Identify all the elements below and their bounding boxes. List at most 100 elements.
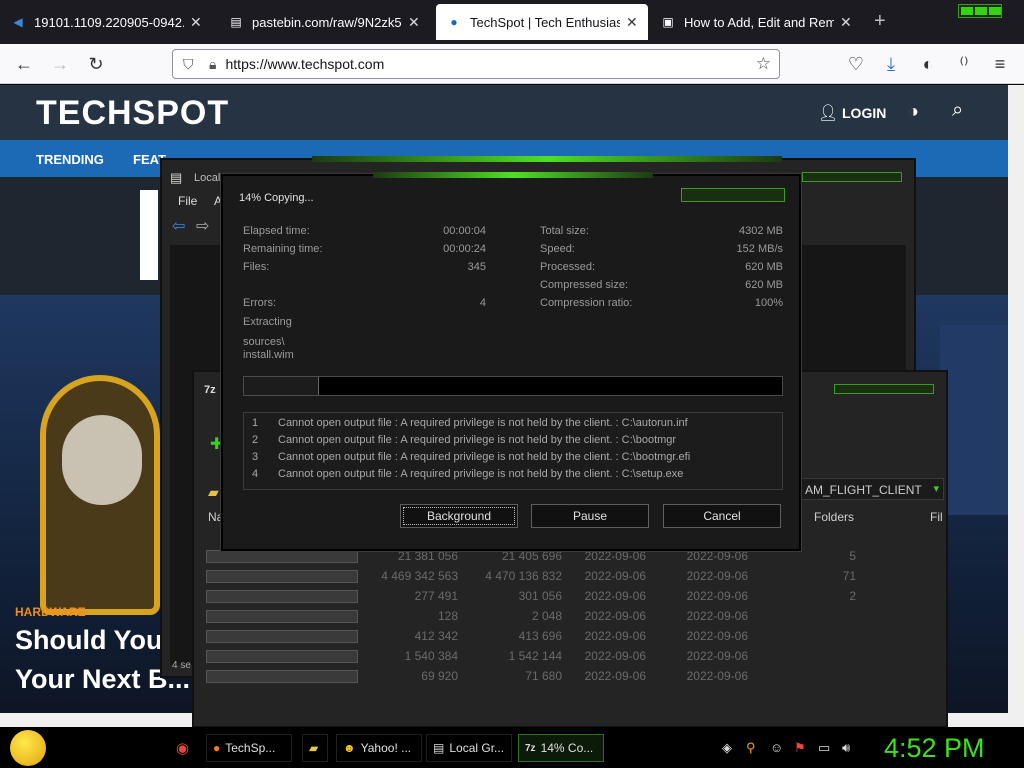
error-log[interactable]: 1 Cannot open output file : A required p… xyxy=(243,412,783,490)
nav-trending[interactable]: TRENDING xyxy=(36,152,104,167)
elapsed-time-value: 00:00:04 xyxy=(443,225,486,237)
search-icon[interactable]: ⌕ xyxy=(952,99,963,122)
window-controls[interactable] xyxy=(958,4,1002,18)
taskbar-item-label: TechSp... xyxy=(225,741,276,755)
taskbar-item-policy[interactable]: ▤ Local Gr... xyxy=(426,734,512,762)
back-arrow-icon[interactable]: ⇦ xyxy=(172,216,185,236)
volume-icon[interactable]: 🔊︎ xyxy=(842,740,858,756)
bookmark-star-icon[interactable]: ☆ xyxy=(756,54,771,74)
file-cell-b: 301 056 xyxy=(518,589,562,603)
speed-label: Speed: xyxy=(540,243,575,255)
background-button[interactable]: Background xyxy=(400,504,518,528)
file-cell-c: 2022-09-06 xyxy=(584,649,646,663)
chrome-icon[interactable]: ◉ xyxy=(176,739,189,757)
close-icon[interactable]: ✕ xyxy=(626,14,638,31)
file-row[interactable]: 1 540 384 1 542 144 2022-09-06 2022-09-06 xyxy=(206,648,946,666)
start-button[interactable] xyxy=(10,730,46,766)
site-logo[interactable]: TECHSPOT xyxy=(36,94,229,133)
close-icon[interactable]: ✕ xyxy=(408,14,420,31)
col-files[interactable]: Fil xyxy=(930,510,943,524)
tab-4[interactable]: ▣ How to Add, Edit and Remove ✕ xyxy=(650,4,862,40)
pocket-icon[interactable]: ♡ xyxy=(844,52,868,76)
container-icon[interactable]: ◐ xyxy=(916,52,940,76)
section-label[interactable]: HARDWARE xyxy=(15,605,86,619)
file-row[interactable]: 277 491 301 056 2022-09-06 2022-09-06 2 xyxy=(206,588,946,606)
compression-ratio-value: 100% xyxy=(754,297,783,309)
compressed-size-value: 620 MB xyxy=(745,279,783,291)
col-folders[interactable]: Folders xyxy=(814,510,854,524)
taskbar-item-firefox[interactable]: ● TechSp... xyxy=(206,734,292,762)
tab-3-active[interactable]: ● TechSpot | Tech Enthusiasts, P ✕ xyxy=(436,4,648,40)
taskbar-item-folder[interactable]: ▰ xyxy=(302,734,328,762)
file-cell-e: 2 xyxy=(849,589,856,603)
file-cell-a: 412 342 xyxy=(414,629,458,643)
cancel-button[interactable]: Cancel xyxy=(663,504,781,528)
tab-2[interactable]: ▤ pastebin.com/raw/9N2zk5qa ✕ xyxy=(218,4,432,40)
forward-button[interactable]: → xyxy=(48,52,72,76)
menu-icon[interactable]: ≡ xyxy=(988,52,1012,76)
contrast-icon[interactable]: ◑ xyxy=(908,101,919,122)
file-name-cell xyxy=(206,630,358,643)
file-cell-e: 71 xyxy=(842,569,856,583)
login-link[interactable]: LOGIN xyxy=(842,105,886,121)
file-cell-a: 1 540 384 xyxy=(404,649,458,663)
dialog-window-controls[interactable] xyxy=(681,188,785,202)
chevron-down-icon: ▾ xyxy=(933,483,939,495)
extracting-label: Extracting xyxy=(243,316,292,328)
errors-value: 4 xyxy=(479,297,486,309)
user-icon[interactable]: 👤︎ xyxy=(818,103,838,123)
reload-button[interactable]: ↻ xyxy=(84,52,108,76)
file-row[interactable]: 128 2 048 2022-09-06 2022-09-06 xyxy=(206,608,946,626)
file-name-cell xyxy=(206,590,358,603)
extracting-file: install.wim xyxy=(243,349,294,361)
flag-icon[interactable]: ⚑ xyxy=(794,740,810,756)
path-dropdown[interactable]: AM_FLIGHT_CLIENT ▾ xyxy=(800,478,944,500)
log-row: 4 Cannot open output file : A required p… xyxy=(244,468,782,485)
file-name-cell xyxy=(206,570,358,583)
files-label: Files: xyxy=(243,261,270,273)
log-row-message: Cannot open output file : A required pri… xyxy=(278,468,684,480)
address-bar[interactable]: ⛉ 🔒︎ https://www.techspot.com ☆ xyxy=(172,49,780,79)
window-controls[interactable] xyxy=(802,172,902,182)
file-cell-d: 2022-09-06 xyxy=(686,569,748,583)
file-row[interactable]: 4 469 342 563 4 470 136 832 2022-09-06 2022… xyxy=(206,568,946,586)
menu-file[interactable]: File xyxy=(178,194,197,208)
url-text[interactable]: https://www.techspot.com xyxy=(226,56,385,72)
remaining-time-label: Remaining time: xyxy=(243,243,323,255)
back-button[interactable]: ← xyxy=(12,52,36,76)
network-icon[interactable]: ◈ xyxy=(722,740,738,756)
download-icon[interactable]: ⤓ xyxy=(879,52,903,76)
extension-icon[interactable]: ⁽⁾ xyxy=(952,52,976,76)
window-controls[interactable] xyxy=(834,384,934,394)
file-cell-d: 2022-09-06 xyxy=(686,669,748,683)
shield-icon[interactable]: ⛉ xyxy=(183,56,194,73)
file-row[interactable]: 69 920 71 680 2022-09-06 2022-09-06 xyxy=(206,668,946,686)
search-tray-icon[interactable]: ⚲ xyxy=(746,740,762,756)
file-row[interactable]: 412 342 413 696 2022-09-06 2022-09-06 xyxy=(206,628,946,646)
compression-ratio-label: Compression ratio: xyxy=(540,297,633,309)
taskbar-item-7zip[interactable]: 7z 14% Co... xyxy=(518,734,604,762)
file-cell-d: 2022-09-06 xyxy=(686,649,748,663)
compressed-size-label: Compressed size: xyxy=(540,279,629,291)
yahoo-icon: ☻ xyxy=(343,741,356,755)
new-tab-button[interactable]: + xyxy=(874,10,886,33)
file-cell-a: 69 920 xyxy=(421,669,458,683)
pause-button[interactable]: Pause xyxy=(531,504,649,528)
forward-arrow-icon[interactable]: ⇨ xyxy=(196,216,209,236)
copy-progress-dialog[interactable]: 14% Copying... Elapsed time: 00:00:04 Re… xyxy=(221,172,801,551)
close-icon[interactable]: ✕ xyxy=(840,14,852,31)
firefox-icon: ● xyxy=(213,741,221,755)
tab-1[interactable]: ◀ 19101.1109.220905-0942.VB_RE ✕ xyxy=(0,4,216,40)
taskbar-clock[interactable]: 4:52 PM xyxy=(884,733,985,764)
folder-icon: ▰ xyxy=(208,484,219,500)
lock-icon[interactable]: 🔒︎ xyxy=(209,56,216,73)
elapsed-time-label: Elapsed time: xyxy=(243,225,310,237)
page-scrollbar-vertical[interactable] xyxy=(1008,85,1024,713)
display-icon[interactable]: ▭ xyxy=(818,740,834,756)
chat-icon[interactable]: ☺ xyxy=(770,740,786,756)
close-icon[interactable]: ✕ xyxy=(190,14,202,31)
taskbar-item-yahoo[interactable]: ☻ Yahoo! ... xyxy=(336,734,422,762)
log-row-number: 3 xyxy=(252,451,259,463)
log-row: 1 Cannot open output file : A required p… xyxy=(244,417,782,434)
log-row-message: Cannot open output file : A required pri… xyxy=(278,417,688,429)
